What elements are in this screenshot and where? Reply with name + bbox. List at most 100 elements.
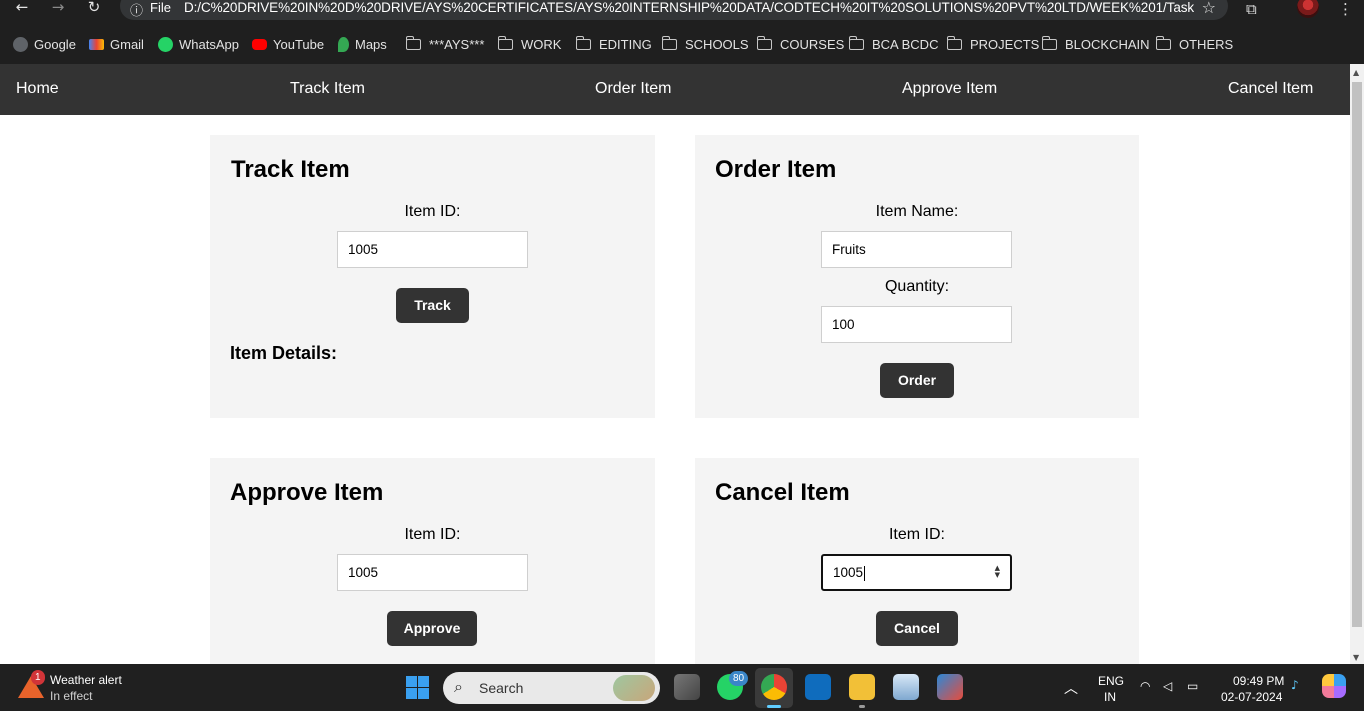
scroll-thumb[interactable] [1352, 82, 1362, 627]
bookmark-folder-others[interactable]: OTHERS [1155, 35, 1233, 53]
store-icon[interactable] [937, 674, 963, 700]
whatsapp-icon [158, 36, 173, 52]
whatsapp-badge: 80 [729, 671, 749, 686]
bookmark-folder-projects[interactable]: PROJECTS [946, 35, 1039, 53]
bookmark-folder-bca[interactable]: BCA BCDC [848, 35, 939, 53]
folder-icon [756, 35, 772, 50]
cancel-button[interactable]: Cancel [876, 611, 958, 646]
folder-icon [575, 35, 591, 50]
nav-cancel-item[interactable]: Cancel Item [1228, 80, 1313, 98]
cancel-id-value: 1005 [833, 565, 864, 580]
bookmark-label: BCA BCDC [872, 36, 939, 52]
url-text[interactable]: D:/C%20DRIVE%20IN%20D%20DRIVE/AYS%20CERT… [184, 0, 1194, 15]
bookmark-folder-blockchain[interactable]: BLOCKCHAIN [1041, 35, 1150, 53]
clock-time[interactable]: 09:49 PM [1233, 674, 1284, 688]
cancel-id-label: Item ID: [888, 526, 945, 543]
bookmark-label: COURSES [780, 36, 845, 52]
scroll-up-arrow-icon[interactable]: ▲ [1353, 68, 1359, 77]
bookmark-youtube[interactable]: YouTube [252, 35, 324, 53]
wifi-icon[interactable]: ◠ [1140, 679, 1150, 693]
folder-icon [497, 35, 513, 50]
bookmark-label: Maps [355, 36, 387, 52]
bookmark-folder-editing[interactable]: EDITING [575, 35, 652, 53]
number-spinner-icon[interactable]: ▲ ▼ [995, 565, 1000, 579]
extensions-icon[interactable]: ⧉ [1246, 0, 1257, 18]
nav-order-item[interactable]: Order Item [595, 80, 671, 98]
page-scrollbar[interactable]: ▲ ▼ [1350, 64, 1364, 664]
search-highlight-image [613, 675, 655, 701]
bookmark-folder-courses[interactable]: COURSES [756, 35, 845, 53]
notification-bell-icon[interactable]: ♪ [1291, 678, 1299, 692]
folder-icon [661, 35, 677, 50]
taskbar-search[interactable]: ⌕ Search [443, 672, 660, 704]
folder-icon [405, 35, 421, 50]
copilot-icon[interactable] [1322, 674, 1346, 698]
file-explorer-icon[interactable] [849, 674, 875, 700]
bookmark-label: EDITING [599, 36, 652, 52]
approve-button[interactable]: Approve [387, 611, 477, 646]
bookmark-label: Google [34, 36, 76, 52]
volume-icon[interactable]: ◁ [1163, 679, 1172, 693]
cancel-title: Cancel Item [715, 479, 850, 506]
weather-badge: 1 [31, 670, 45, 685]
bookmark-label: Gmail [110, 36, 144, 52]
site-info-icon[interactable]: ⓘ [130, 0, 143, 19]
quantity-label: Quantity: [884, 278, 950, 295]
explorer-indicator [859, 705, 865, 708]
approve-id-label: Item ID: [404, 526, 461, 543]
task-view-icon[interactable] [674, 674, 700, 700]
lang-line-2[interactable]: IN [1104, 690, 1116, 704]
youtube-icon [252, 38, 267, 50]
bookmark-star-icon[interactable]: ☆ [1202, 0, 1216, 17]
outlook-icon[interactable] [805, 674, 831, 700]
scroll-down-arrow-icon[interactable]: ▼ [1353, 653, 1359, 662]
forward-arrow-icon[interactable]: → [49, 0, 67, 16]
bookmark-folder-ays[interactable]: ***AYS*** [405, 35, 485, 53]
quantity-input[interactable]: 100 [821, 306, 1012, 343]
bookmark-label: ***AYS*** [429, 36, 485, 52]
bookmark-gmail[interactable]: Gmail [89, 35, 144, 53]
bookmark-label: SCHOOLS [685, 36, 749, 52]
bookmark-folder-work[interactable]: WORK [497, 35, 561, 53]
maps-pin-icon [338, 36, 349, 52]
folder-icon [1155, 35, 1171, 50]
chrome-taskbar-icon[interactable] [761, 674, 787, 700]
address-bar[interactable]: ⓘ File D:/C%20DRIVE%20IN%20D%20DRIVE/AYS… [120, 0, 1228, 20]
nav-approve-item[interactable]: Approve Item [902, 80, 997, 98]
active-indicator [767, 705, 781, 708]
weather-widget[interactable]: 1 Weather alert In effect [18, 670, 138, 706]
track-button[interactable]: Track [396, 288, 469, 323]
battery-icon[interactable]: ▭ [1187, 679, 1198, 693]
track-id-label: Item ID: [404, 203, 461, 220]
lang-line-1[interactable]: ENG [1098, 674, 1124, 688]
reload-icon[interactable]: ↻ [85, 0, 103, 16]
weather-title: Weather alert [50, 673, 122, 687]
nav-home[interactable]: Home [16, 80, 59, 98]
track-title: Track Item [231, 156, 350, 183]
bookmark-whatsapp[interactable]: WhatsApp [158, 35, 239, 53]
bookmarks-bar: Google Gmail WhatsApp YouTube Maps ***AY… [0, 30, 1364, 58]
back-arrow-icon[interactable]: ← [13, 0, 31, 16]
profile-avatar[interactable] [1297, 0, 1319, 18]
order-button[interactable]: Order [880, 363, 954, 398]
bookmark-folder-schools[interactable]: SCHOOLS [661, 35, 749, 53]
bookmark-label: WhatsApp [179, 36, 239, 52]
bookmark-google[interactable]: Google [13, 35, 76, 53]
bookmark-label: BLOCKCHAIN [1065, 36, 1150, 52]
nav-track-item[interactable]: Track Item [290, 80, 365, 98]
bookmark-maps[interactable]: Maps [338, 35, 387, 53]
photos-icon[interactable] [893, 674, 919, 700]
folder-icon [946, 35, 962, 50]
approve-item-panel: Approve Item Item ID: 1005 Approve [210, 458, 655, 664]
track-id-input[interactable]: 1005 [337, 231, 528, 268]
globe-icon [13, 36, 28, 52]
clock-date[interactable]: 02-07-2024 [1221, 690, 1282, 704]
approve-id-input[interactable]: 1005 [337, 554, 528, 591]
folder-icon [848, 35, 864, 50]
item-name-input[interactable]: Fruits [821, 231, 1012, 268]
cancel-id-input[interactable]: 1005 ▲ ▼ [821, 554, 1012, 591]
chevron-up-icon[interactable]: ︿ [1064, 678, 1078, 698]
order-title: Order Item [715, 156, 837, 183]
menu-kebab-icon[interactable]: ⋮ [1338, 0, 1353, 18]
start-windows-icon[interactable] [406, 676, 429, 699]
